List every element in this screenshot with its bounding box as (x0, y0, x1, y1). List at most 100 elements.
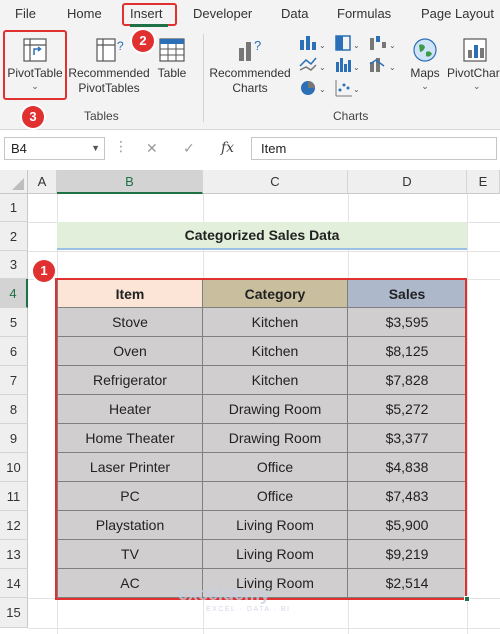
maps-label: Maps (410, 66, 440, 80)
fill-handle[interactable] (464, 596, 470, 602)
name-box[interactable]: B4 ▼ (4, 137, 105, 160)
row-header-1[interactable]: 1 (0, 194, 28, 222)
ribbon: File Home Insert Developer Data Formulas… (0, 0, 500, 130)
cell-item[interactable]: Playstation (57, 511, 203, 540)
row-header-12[interactable]: 12 (0, 511, 28, 540)
row-header-11[interactable]: 11 (0, 482, 28, 511)
tab-page-layout[interactable]: Page Layout (421, 6, 494, 21)
cell-category[interactable]: Office (203, 453, 348, 482)
cell-item[interactable]: Heater (57, 395, 203, 424)
svg-text:⌄: ⌄ (319, 85, 326, 94)
ribbon-tab-row: File Home Insert Developer Data Formulas… (0, 0, 500, 28)
row-header-7[interactable]: 7 (0, 366, 28, 395)
row-header-8[interactable]: 8 (0, 395, 28, 424)
worksheet-grid[interactable]: A B C D E 1 2 3 4 5 6 7 8 9 10 11 12 13 … (0, 170, 500, 634)
cell-item[interactable]: TV (57, 540, 203, 569)
cancel-icon[interactable]: ✕ (146, 140, 158, 157)
tab-developer[interactable]: Developer (193, 6, 252, 21)
select-all-corner[interactable] (0, 170, 28, 194)
table-button[interactable]: Table (152, 36, 192, 81)
charts-group-label: Charts (333, 109, 369, 123)
combo-chart-icon[interactable]: ⌄ (369, 58, 396, 72)
recommended-pivottables-label-1: Recommended (68, 66, 150, 80)
cell-sales[interactable]: $3,595 (348, 308, 467, 337)
row-header-10[interactable]: 10 (0, 453, 28, 482)
cell-category[interactable]: Living Room (203, 511, 348, 540)
recommended-pivottables-label-2: PivotTables (78, 81, 140, 95)
cell-item[interactable]: Home Theater (57, 424, 203, 453)
cell-item[interactable]: Laser Printer (57, 453, 203, 482)
row-header-3[interactable]: 3 (0, 251, 28, 279)
step-2-badge: 2 (132, 30, 154, 52)
cell-sales[interactable]: $5,272 (348, 395, 467, 424)
cell-category[interactable]: Drawing Room (203, 424, 348, 453)
column-header-e[interactable]: E (467, 170, 500, 194)
hierarchy-chart-icon[interactable]: ⌄ (335, 35, 360, 51)
line-chart-icon[interactable]: ⌄ (299, 57, 326, 72)
cell-category[interactable]: Living Room (203, 540, 348, 569)
maps-button[interactable]: Maps ⌄ (406, 36, 444, 91)
cell-sales[interactable]: $7,828 (348, 366, 467, 395)
recommended-charts-label-2: Charts (232, 81, 268, 95)
cell-sales[interactable]: $8,125 (348, 337, 467, 366)
column-header-d[interactable]: D (348, 170, 467, 194)
cell-category[interactable]: Kitchen (203, 366, 348, 395)
pivot-chart-button[interactable]: PivotChart ⌄ (447, 36, 500, 91)
svg-text:⌄: ⌄ (353, 85, 360, 94)
watermark-tagline: EXCEL · DATA · BI (206, 606, 291, 613)
cell-item[interactable]: PC (57, 482, 203, 511)
insert-function-button[interactable]: fx (221, 140, 234, 156)
pie-chart-icon[interactable]: ⌄ (301, 81, 326, 95)
cell-category[interactable]: Office (203, 482, 348, 511)
cell-category[interactable]: Drawing Room (203, 395, 348, 424)
column-header-b[interactable]: B (57, 170, 203, 194)
gridline (28, 628, 500, 629)
step-1-badge: 1 (33, 260, 55, 282)
cell-item[interactable]: Refrigerator (57, 366, 203, 395)
formula-input[interactable]: Item (251, 137, 497, 160)
row-header-6[interactable]: 6 (0, 337, 28, 366)
scatter-chart-icon[interactable]: ⌄ (335, 80, 360, 97)
column-header-a[interactable]: A (28, 170, 57, 194)
recommended-pivottables-icon: ? (96, 38, 124, 62)
cell-sales[interactable]: $3,377 (348, 424, 467, 453)
tab-home[interactable]: Home (67, 6, 102, 21)
vertical-dots-icon: ⋮ (114, 138, 128, 154)
cell-sales[interactable]: $7,483 (348, 482, 467, 511)
cell-item[interactable]: Oven (57, 337, 203, 366)
statistic-chart-icon[interactable]: ⌄ (336, 58, 360, 72)
cell-category[interactable]: Kitchen (203, 337, 348, 366)
row-header-13[interactable]: 13 (0, 540, 28, 569)
cell-category[interactable]: Kitchen (203, 308, 348, 337)
tab-data[interactable]: Data (281, 6, 308, 21)
insert-tab-highlight (122, 3, 177, 26)
chevron-down-icon: ⌄ (473, 81, 481, 91)
column-chart-icon[interactable]: ⌄ (300, 36, 326, 50)
tab-formulas[interactable]: Formulas (337, 6, 391, 21)
header-item[interactable]: Item (57, 279, 203, 308)
cell-sales[interactable]: $2,514 (348, 569, 467, 598)
svg-text:?: ? (254, 38, 261, 53)
row-header-2[interactable]: 2 (0, 222, 28, 251)
row-header-14[interactable]: 14 (0, 569, 28, 598)
name-box-value: B4 (11, 141, 27, 156)
row-header-9[interactable]: 9 (0, 424, 28, 453)
cell-sales[interactable]: $9,219 (348, 540, 467, 569)
column-header-c[interactable]: C (203, 170, 348, 194)
chevron-down-icon[interactable]: ▼ (91, 138, 100, 159)
cell-item[interactable]: Stove (57, 308, 203, 337)
header-category[interactable]: Category (203, 279, 348, 308)
recommended-charts-button[interactable]: ? Recommended Charts (208, 36, 292, 96)
cell-sales[interactable]: $4,838 (348, 453, 467, 482)
row-header-15[interactable]: 15 (0, 598, 28, 628)
gridline (28, 251, 500, 252)
active-tab-indicator (130, 24, 168, 27)
tab-file[interactable]: File (15, 6, 36, 21)
waterfall-chart-icon[interactable]: ⌄ (370, 36, 396, 50)
header-sales[interactable]: Sales (348, 279, 467, 308)
sheet-title[interactable]: Categorized Sales Data (57, 222, 467, 250)
cell-sales[interactable]: $5,900 (348, 511, 467, 540)
enter-icon[interactable]: ✓ (183, 140, 195, 157)
row-header-4[interactable]: 4 (0, 279, 28, 308)
row-header-5[interactable]: 5 (0, 308, 28, 337)
